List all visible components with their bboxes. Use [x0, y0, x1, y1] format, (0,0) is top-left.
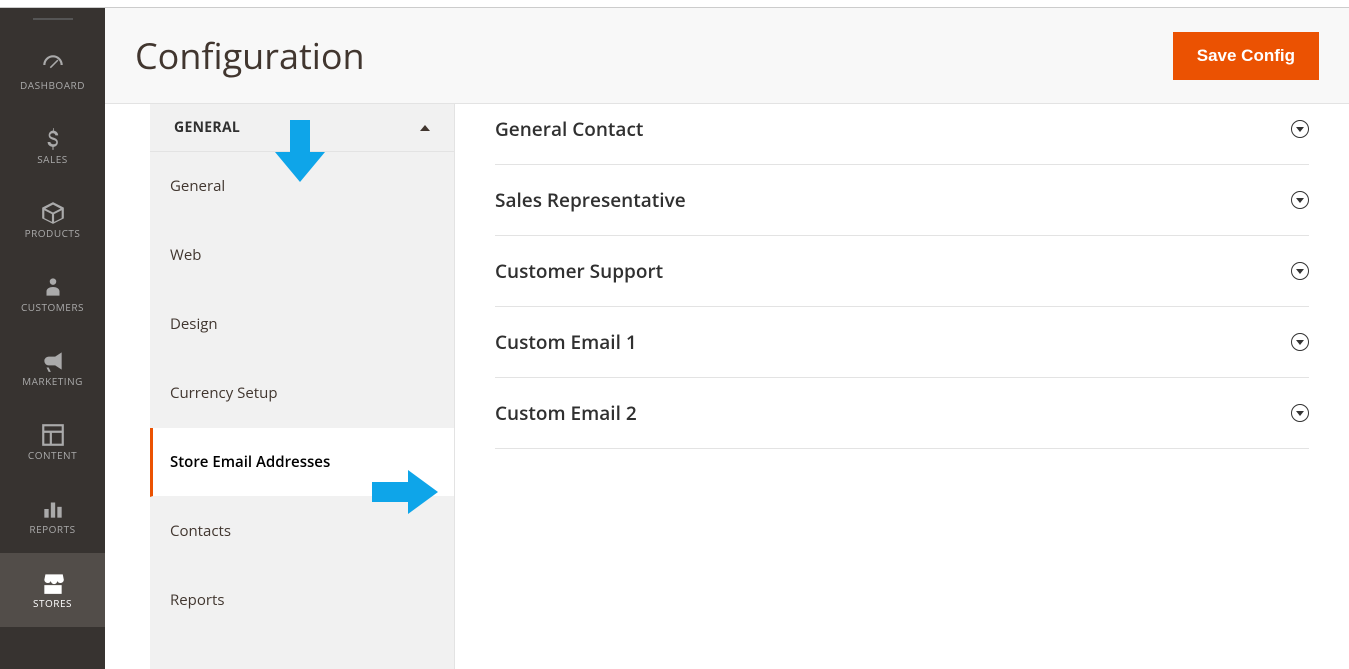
nav-sales[interactable]: SALES — [0, 109, 105, 183]
config-item-web[interactable]: Web — [150, 221, 454, 290]
dashboard-icon — [40, 52, 66, 78]
nav-dashboard-label: DASHBOARD — [20, 78, 85, 92]
tutorial-arrow-down — [275, 120, 325, 182]
section-sales-rep[interactable]: Sales Representative — [495, 165, 1309, 236]
section-general-contact[interactable]: General Contact — [495, 104, 1309, 165]
chevron-down-icon — [1291, 191, 1309, 209]
chevron-down-icon — [1291, 333, 1309, 351]
config-group-label: GENERAL — [174, 118, 240, 137]
admin-sidebar: DASHBOARD SALES PRODUCTS CUSTOMERS MARKE… — [0, 8, 105, 669]
dollar-icon — [40, 126, 66, 152]
page-header: Configuration Save Config — [105, 8, 1349, 104]
nav-marketing[interactable]: MARKETING — [0, 331, 105, 405]
config-main: General Contact Sales Representative Cus… — [455, 104, 1349, 669]
section-custom-email-2[interactable]: Custom Email 2 — [495, 378, 1309, 449]
config-wrapper: GENERAL General Web Design Currency Setu… — [105, 104, 1349, 669]
nav-products-label: PRODUCTS — [25, 226, 81, 240]
config-item-design[interactable]: Design — [150, 290, 454, 359]
person-icon — [40, 274, 66, 300]
nav-sales-label: SALES — [37, 152, 68, 166]
bar-chart-icon — [40, 496, 66, 522]
section-title: General Contact — [495, 116, 643, 142]
nav-customers-label: CUSTOMERS — [21, 300, 84, 314]
section-title: Sales Representative — [495, 187, 686, 213]
config-item-label: Reports — [170, 590, 225, 610]
nav-products[interactable]: PRODUCTS — [0, 183, 105, 257]
config-item-reports[interactable]: Reports — [150, 566, 454, 635]
nav-reports-label: REPORTS — [29, 522, 75, 536]
config-item-label: Contacts — [170, 521, 231, 541]
section-title: Customer Support — [495, 258, 663, 284]
page-title: Configuration — [135, 31, 365, 80]
config-sidebar: GENERAL General Web Design Currency Setu… — [150, 104, 455, 669]
megaphone-icon — [40, 348, 66, 374]
section-title: Custom Email 1 — [495, 329, 637, 355]
save-config-button[interactable]: Save Config — [1173, 32, 1319, 80]
browser-chrome-fragment — [0, 0, 1349, 8]
chevron-down-icon — [1291, 120, 1309, 138]
chevron-down-icon — [1291, 404, 1309, 422]
nav-customers[interactable]: CUSTOMERS — [0, 257, 105, 331]
nav-stores[interactable]: STORES — [0, 553, 105, 627]
nav-stores-label: STORES — [33, 596, 72, 610]
config-item-label: Design — [170, 314, 218, 334]
chevron-down-icon — [1291, 262, 1309, 280]
section-custom-email-1[interactable]: Custom Email 1 — [495, 307, 1309, 378]
nav-reports[interactable]: REPORTS — [0, 479, 105, 553]
box-icon — [40, 200, 66, 226]
config-item-label: Currency Setup — [170, 383, 278, 403]
config-item-label: Store Email Addresses — [170, 452, 330, 472]
store-icon — [40, 570, 66, 596]
section-customer-support[interactable]: Customer Support — [495, 236, 1309, 307]
config-item-label: General — [170, 176, 225, 196]
config-item-label: Web — [170, 245, 201, 265]
layout-icon — [40, 422, 66, 448]
tutorial-arrow-right — [372, 470, 438, 514]
nav-content-label: CONTENT — [28, 448, 77, 462]
nav-dashboard[interactable]: DASHBOARD — [0, 35, 105, 109]
chevron-up-icon — [420, 125, 430, 131]
nav-content[interactable]: CONTENT — [0, 405, 105, 479]
nav-marketing-label: MARKETING — [22, 374, 83, 388]
config-item-currency[interactable]: Currency Setup — [150, 359, 454, 428]
section-title: Custom Email 2 — [495, 400, 637, 426]
